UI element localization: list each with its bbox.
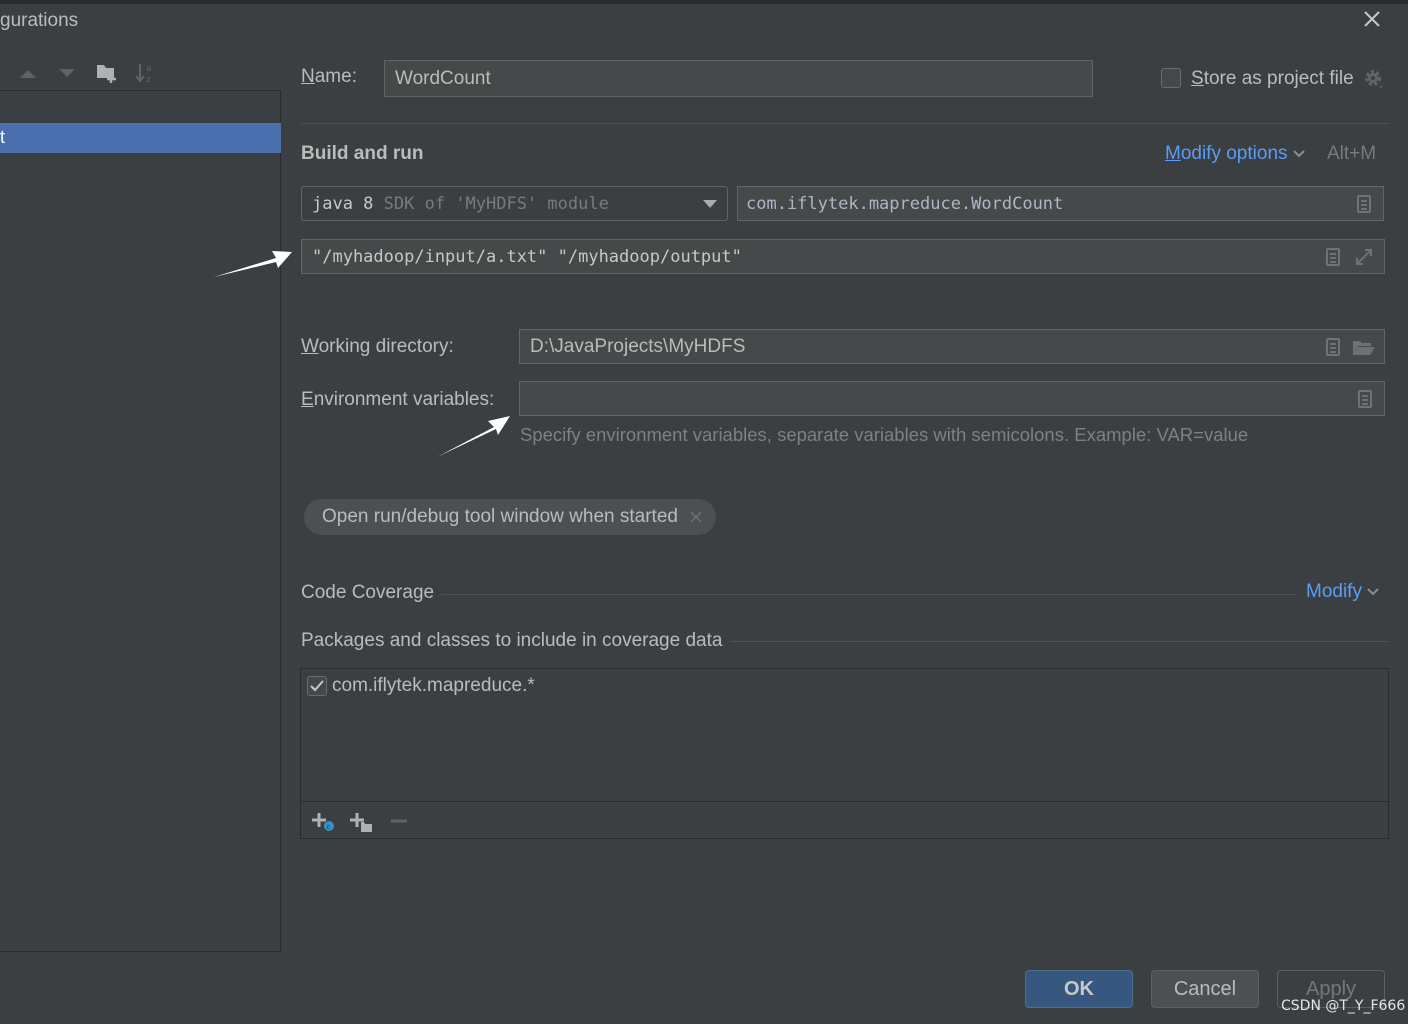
- divider: [301, 123, 1389, 124]
- settings-button[interactable]: [1363, 68, 1385, 96]
- working-directory-input[interactable]: D:\JavaProjects\MyHDFS: [519, 329, 1385, 364]
- close-button[interactable]: [1360, 8, 1384, 32]
- modify-options-link[interactable]: Modify options: [1165, 143, 1305, 165]
- package-checkbox[interactable]: [307, 676, 327, 696]
- watermark: CSDN @T_Y_F666: [1281, 998, 1406, 1014]
- add-package-icon: [350, 813, 372, 832]
- program-arguments-input[interactable]: "/myhadoop/input/a.txt" "/myhadoop/outpu…: [301, 239, 1385, 274]
- dialog-title: gurations: [0, 10, 79, 31]
- move-up-button[interactable]: [17, 62, 39, 84]
- code-coverage-modify-link[interactable]: Modify: [1306, 581, 1379, 603]
- divider: [441, 594, 1297, 595]
- configurations-tree[interactable]: [0, 90, 281, 952]
- checkmark-icon: [310, 680, 324, 692]
- folder-open-icon[interactable]: [1352, 338, 1376, 356]
- open-tool-window-option-chip[interactable]: Open run/debug tool window when started: [304, 499, 716, 535]
- svg-text:a: a: [146, 64, 152, 74]
- new-folder-button[interactable]: [95, 62, 117, 84]
- gear-icon: [1365, 70, 1383, 88]
- browse-class-icon[interactable]: [1357, 195, 1371, 213]
- code-coverage-heading: Code Coverage: [301, 582, 435, 603]
- edit-environment-icon[interactable]: [1358, 390, 1372, 408]
- environment-variables-hint: Specify environment variables, separate …: [520, 424, 1249, 445]
- move-down-button[interactable]: [56, 62, 78, 84]
- divider: [301, 801, 1388, 802]
- tree-item-selected[interactable]: t: [0, 123, 281, 153]
- chevron-down-icon: [1367, 588, 1379, 596]
- minus-icon: [391, 819, 407, 823]
- move-down-icon: [59, 69, 75, 77]
- remove-option-icon[interactable]: [690, 511, 702, 523]
- name-input[interactable]: WordCount: [384, 60, 1093, 97]
- chevron-down-icon: [1293, 150, 1305, 158]
- modify-options-shortcut: Alt+M: [1327, 143, 1377, 164]
- packages-list[interactable]: com.iflytek.mapreduce.* c: [300, 668, 1389, 839]
- annotation-arrow: [214, 251, 292, 277]
- packages-heading: Packages and classes to include in cover…: [301, 630, 723, 651]
- sort-alphabetically-icon: az: [135, 64, 152, 84]
- move-up-icon: [20, 70, 36, 78]
- new-folder-icon: [97, 65, 116, 83]
- tree-item-label: t: [0, 127, 6, 147]
- working-directory-label: Working directory:: [301, 336, 454, 357]
- add-class-icon: c: [312, 813, 334, 831]
- insert-macro-icon[interactable]: [1326, 248, 1340, 266]
- dropdown-arrow-icon: [703, 200, 717, 208]
- sort-button[interactable]: az: [134, 62, 156, 84]
- list-item[interactable]: com.iflytek.mapreduce.*: [307, 675, 535, 697]
- name-label: Name:: [301, 66, 357, 87]
- insert-macro-icon[interactable]: [1326, 338, 1340, 356]
- add-class-button[interactable]: c: [311, 811, 337, 839]
- expand-icon[interactable]: [1354, 247, 1374, 267]
- annotation-arrow: [437, 416, 510, 457]
- svg-text:c: c: [327, 823, 331, 831]
- background-window-strip: [0, 0, 1408, 4]
- build-and-run-heading: Build and run: [301, 143, 424, 164]
- close-icon: [1364, 11, 1380, 27]
- ok-button[interactable]: OK: [1025, 970, 1133, 1008]
- divider: [730, 641, 1389, 642]
- environment-variables-label: Environment variables:: [301, 389, 495, 410]
- jre-select[interactable]: java 8 SDK of 'MyHDFS' module: [301, 186, 728, 221]
- environment-variables-input[interactable]: [519, 381, 1385, 416]
- add-package-button[interactable]: [349, 811, 375, 839]
- svg-text:z: z: [146, 75, 151, 84]
- cancel-button[interactable]: Cancel: [1151, 970, 1259, 1008]
- remove-button[interactable]: [389, 811, 409, 839]
- main-class-input[interactable]: com.iflytek.mapreduce.WordCount: [737, 186, 1384, 221]
- store-as-project-file-checkbox[interactable]: [1161, 68, 1181, 88]
- store-as-project-file-label[interactable]: Store as project file: [1191, 68, 1354, 90]
